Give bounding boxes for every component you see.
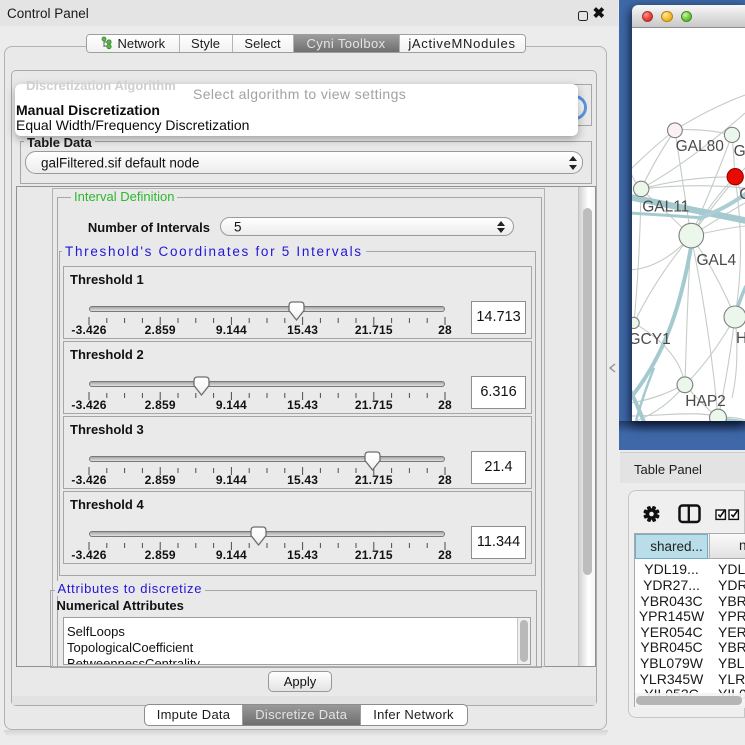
svg-text:C: C	[739, 186, 745, 203]
svg-text:HAP2: HAP2	[685, 393, 726, 410]
svg-text:GCY1: GCY1	[632, 331, 671, 348]
svg-text:HI: HI	[736, 330, 745, 347]
svg-text:GA: GA	[734, 143, 745, 160]
svg-text:GAL11: GAL11	[642, 199, 689, 216]
svg-text:GAL4: GAL4	[697, 252, 737, 269]
svg-text:GAL80: GAL80	[676, 138, 725, 155]
